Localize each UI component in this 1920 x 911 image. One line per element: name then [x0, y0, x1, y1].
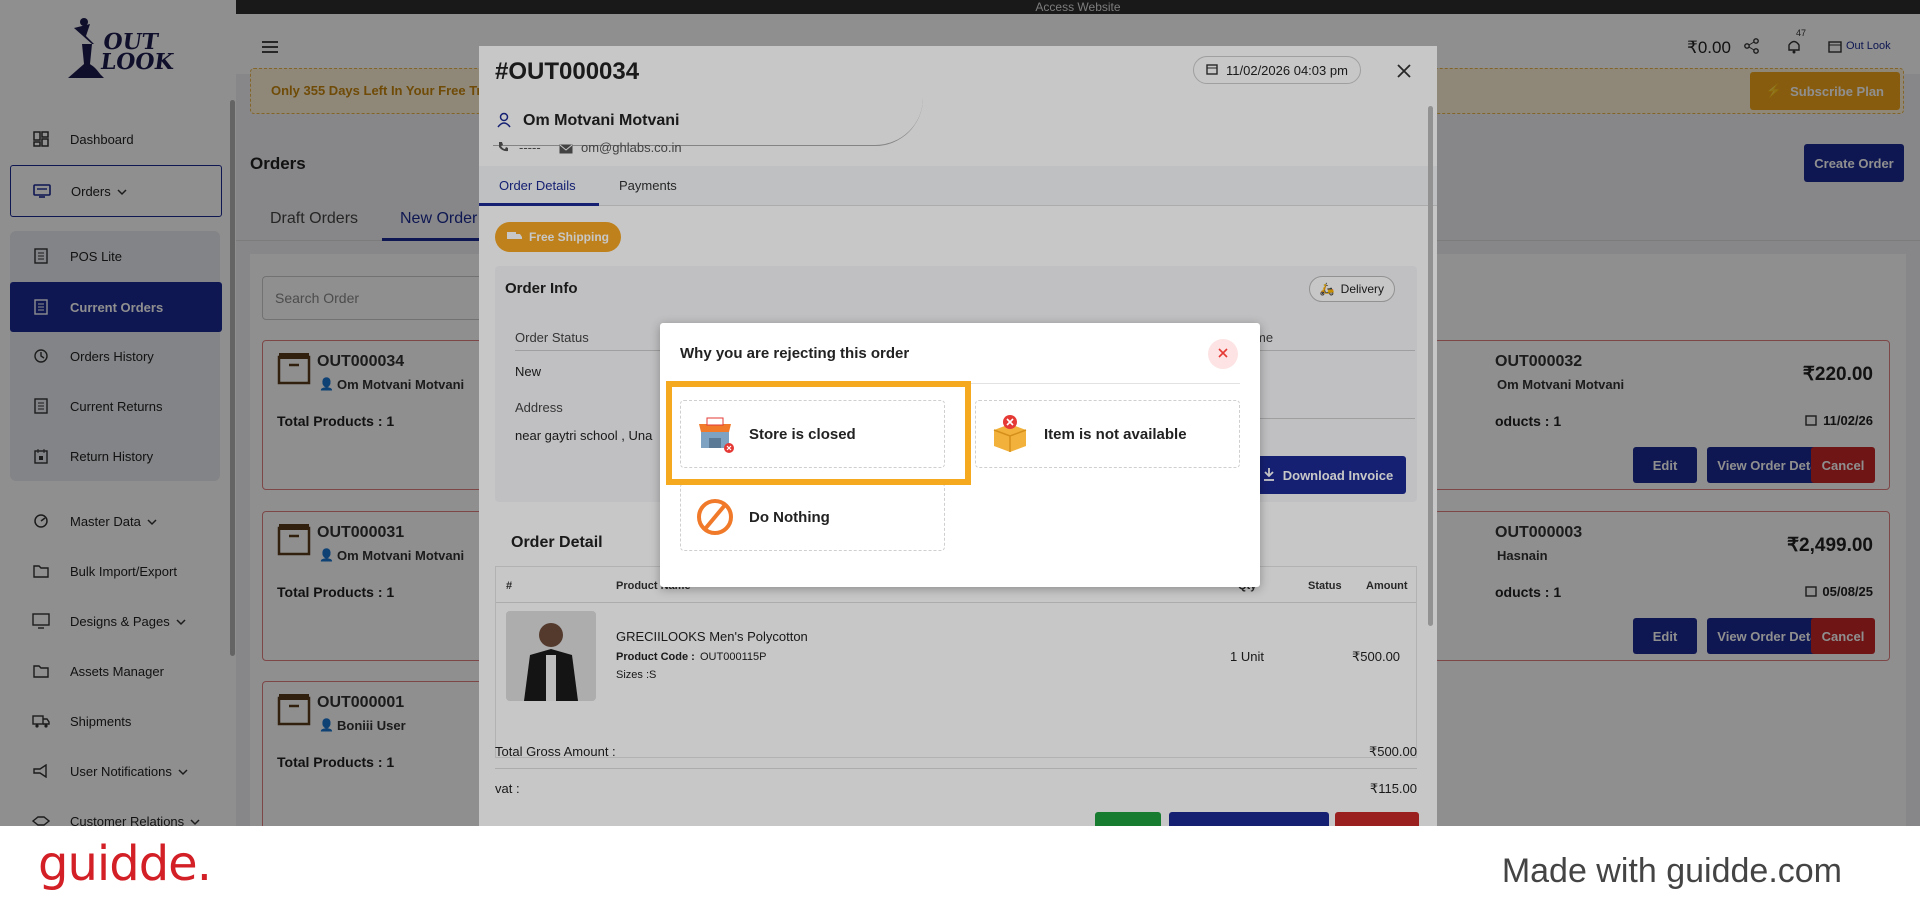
dialog-title: Why you are rejecting this order — [680, 345, 910, 362]
guidde-footer: guidde. Made with guidde.com — [0, 826, 1920, 911]
prohibited-icon — [695, 497, 735, 537]
option-label: Item is not available — [1044, 425, 1187, 443]
close-icon — [1218, 345, 1228, 363]
app: OUT LOOK Dashboard Orders POS Lite Curre… — [0, 0, 1920, 826]
option-item-not-available[interactable]: Item is not available — [975, 400, 1240, 468]
highlight-box — [666, 381, 971, 485]
dialog-close-button[interactable] — [1208, 339, 1238, 369]
option-do-nothing[interactable]: Do Nothing — [680, 483, 945, 551]
option-label: Do Nothing — [749, 508, 830, 526]
reject-reason-dialog: Why you are rejecting this order Store i… — [660, 323, 1260, 587]
package-unavailable-icon — [990, 414, 1030, 454]
made-with-text: Made with guidde.com — [1501, 852, 1842, 890]
guidde-logo: guidde. — [38, 836, 212, 892]
